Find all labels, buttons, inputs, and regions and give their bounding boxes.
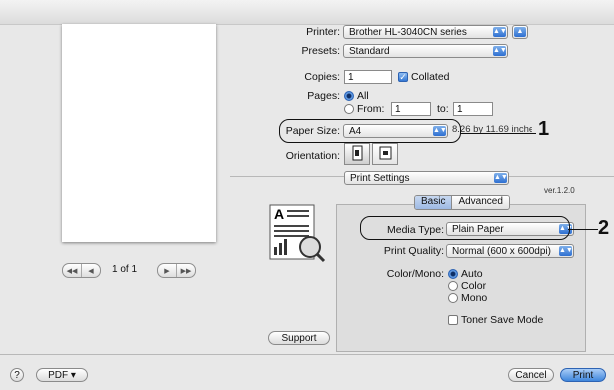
print-dialog: ◀◀ ◀ 1 of 1 ▶ ▶▶ Printer: Brother HL-304… [0,0,614,390]
support-button[interactable]: Support [268,331,330,345]
driver-version: ver.1.2.0 [544,186,575,195]
pages-from-radio[interactable] [344,104,354,114]
first-page-icon[interactable]: ◀◀ [63,264,82,277]
color-mono-color-label: Color [461,280,487,292]
tab-bar: Basic Advanced [414,195,510,210]
help-icon[interactable]: ? [10,368,24,382]
tab-basic[interactable]: Basic [415,196,453,209]
copies-input[interactable]: 1 [344,70,392,84]
pages-to-label: to: [437,103,449,115]
chevron-updown-icon: ▲▼ [493,46,507,56]
portrait-icon [352,145,363,161]
color-mono-mono-label: Mono [461,292,488,304]
chevron-updown-icon: ▲▼ [494,173,508,183]
presets-value: Standard [349,46,390,57]
page-preview [62,24,216,242]
pages-label: Pages: [307,90,340,102]
footer-divider [0,354,614,355]
print-quality-label: Print Quality: [383,245,444,257]
color-mono-label: Color/Mono: [386,268,444,280]
pdf-menu-button[interactable]: PDF ▾ [36,368,88,382]
orientation-landscape-button[interactable] [372,143,398,165]
document-settings-icon: A [268,203,328,263]
orientation-label: Orientation: [285,150,340,162]
pages-to-input[interactable]: 1 [453,102,493,116]
callout-1-number: 1 [538,118,550,140]
pages-all-label: All [357,90,369,102]
top-ruler [0,0,614,25]
tab-advanced[interactable]: Advanced [452,196,509,209]
print-button[interactable]: Print [560,368,606,382]
print-quality-select[interactable]: Normal (600 x 600dpi) ▲▼ [446,244,574,258]
svg-text:A: A [274,206,284,222]
chevron-updown-icon: ▲▼ [559,246,573,256]
prev-page-icon[interactable]: ◀ [82,264,100,277]
color-mono-auto-radio[interactable] [448,269,458,279]
page-indicator: 1 of 1 [112,264,138,275]
callout-2-leader [568,229,598,230]
chevron-updown-icon: ▲▼ [493,27,507,37]
orientation-portrait-button[interactable] [344,143,370,165]
last-page-icon[interactable]: ▶▶ [177,264,195,277]
pages-all-radio[interactable] [344,91,354,101]
print-settings-select[interactable]: Print Settings ▲▼ [344,171,509,185]
print-settings-value: Print Settings [350,173,410,184]
callout-2-outline [360,216,570,240]
callout-2-number: 2 [598,217,610,239]
pages-from-label: From: [357,103,385,115]
landscape-icon [379,146,392,160]
color-mono-mono-radio[interactable] [448,293,458,303]
pager-back-controls[interactable]: ◀◀ ◀ [62,263,101,278]
next-page-icon[interactable]: ▶ [158,264,177,277]
callout-1-leader [460,133,536,134]
toner-save-checkbox[interactable] [448,315,458,325]
pages-from-input[interactable]: 1 [391,102,431,116]
color-mono-auto-label: Auto [461,268,483,280]
printer-select[interactable]: Brother HL-3040CN series ▲▼ [343,25,508,39]
toner-save-label: Toner Save Mode [461,314,544,326]
color-mono-color-radio[interactable] [448,281,458,291]
pager-forward-controls[interactable]: ▶ ▶▶ [157,263,196,278]
printer-value: Brother HL-3040CN series [349,27,467,38]
presets-label: Presets: [301,45,340,57]
copies-label: Copies: [304,71,340,83]
disclosure-up-icon: ▲ [514,27,526,37]
callout-1-outline [279,119,461,143]
print-quality-value: Normal (600 x 600dpi) [452,246,551,257]
cancel-button[interactable]: Cancel [508,368,554,382]
printer-label: Printer: [306,26,340,38]
collated-checkbox[interactable]: ✓ [398,72,408,82]
collated-label: Collated [411,71,450,83]
expand-dialog-button[interactable]: ▲ [512,25,528,39]
presets-select[interactable]: Standard ▲▼ [343,44,508,58]
